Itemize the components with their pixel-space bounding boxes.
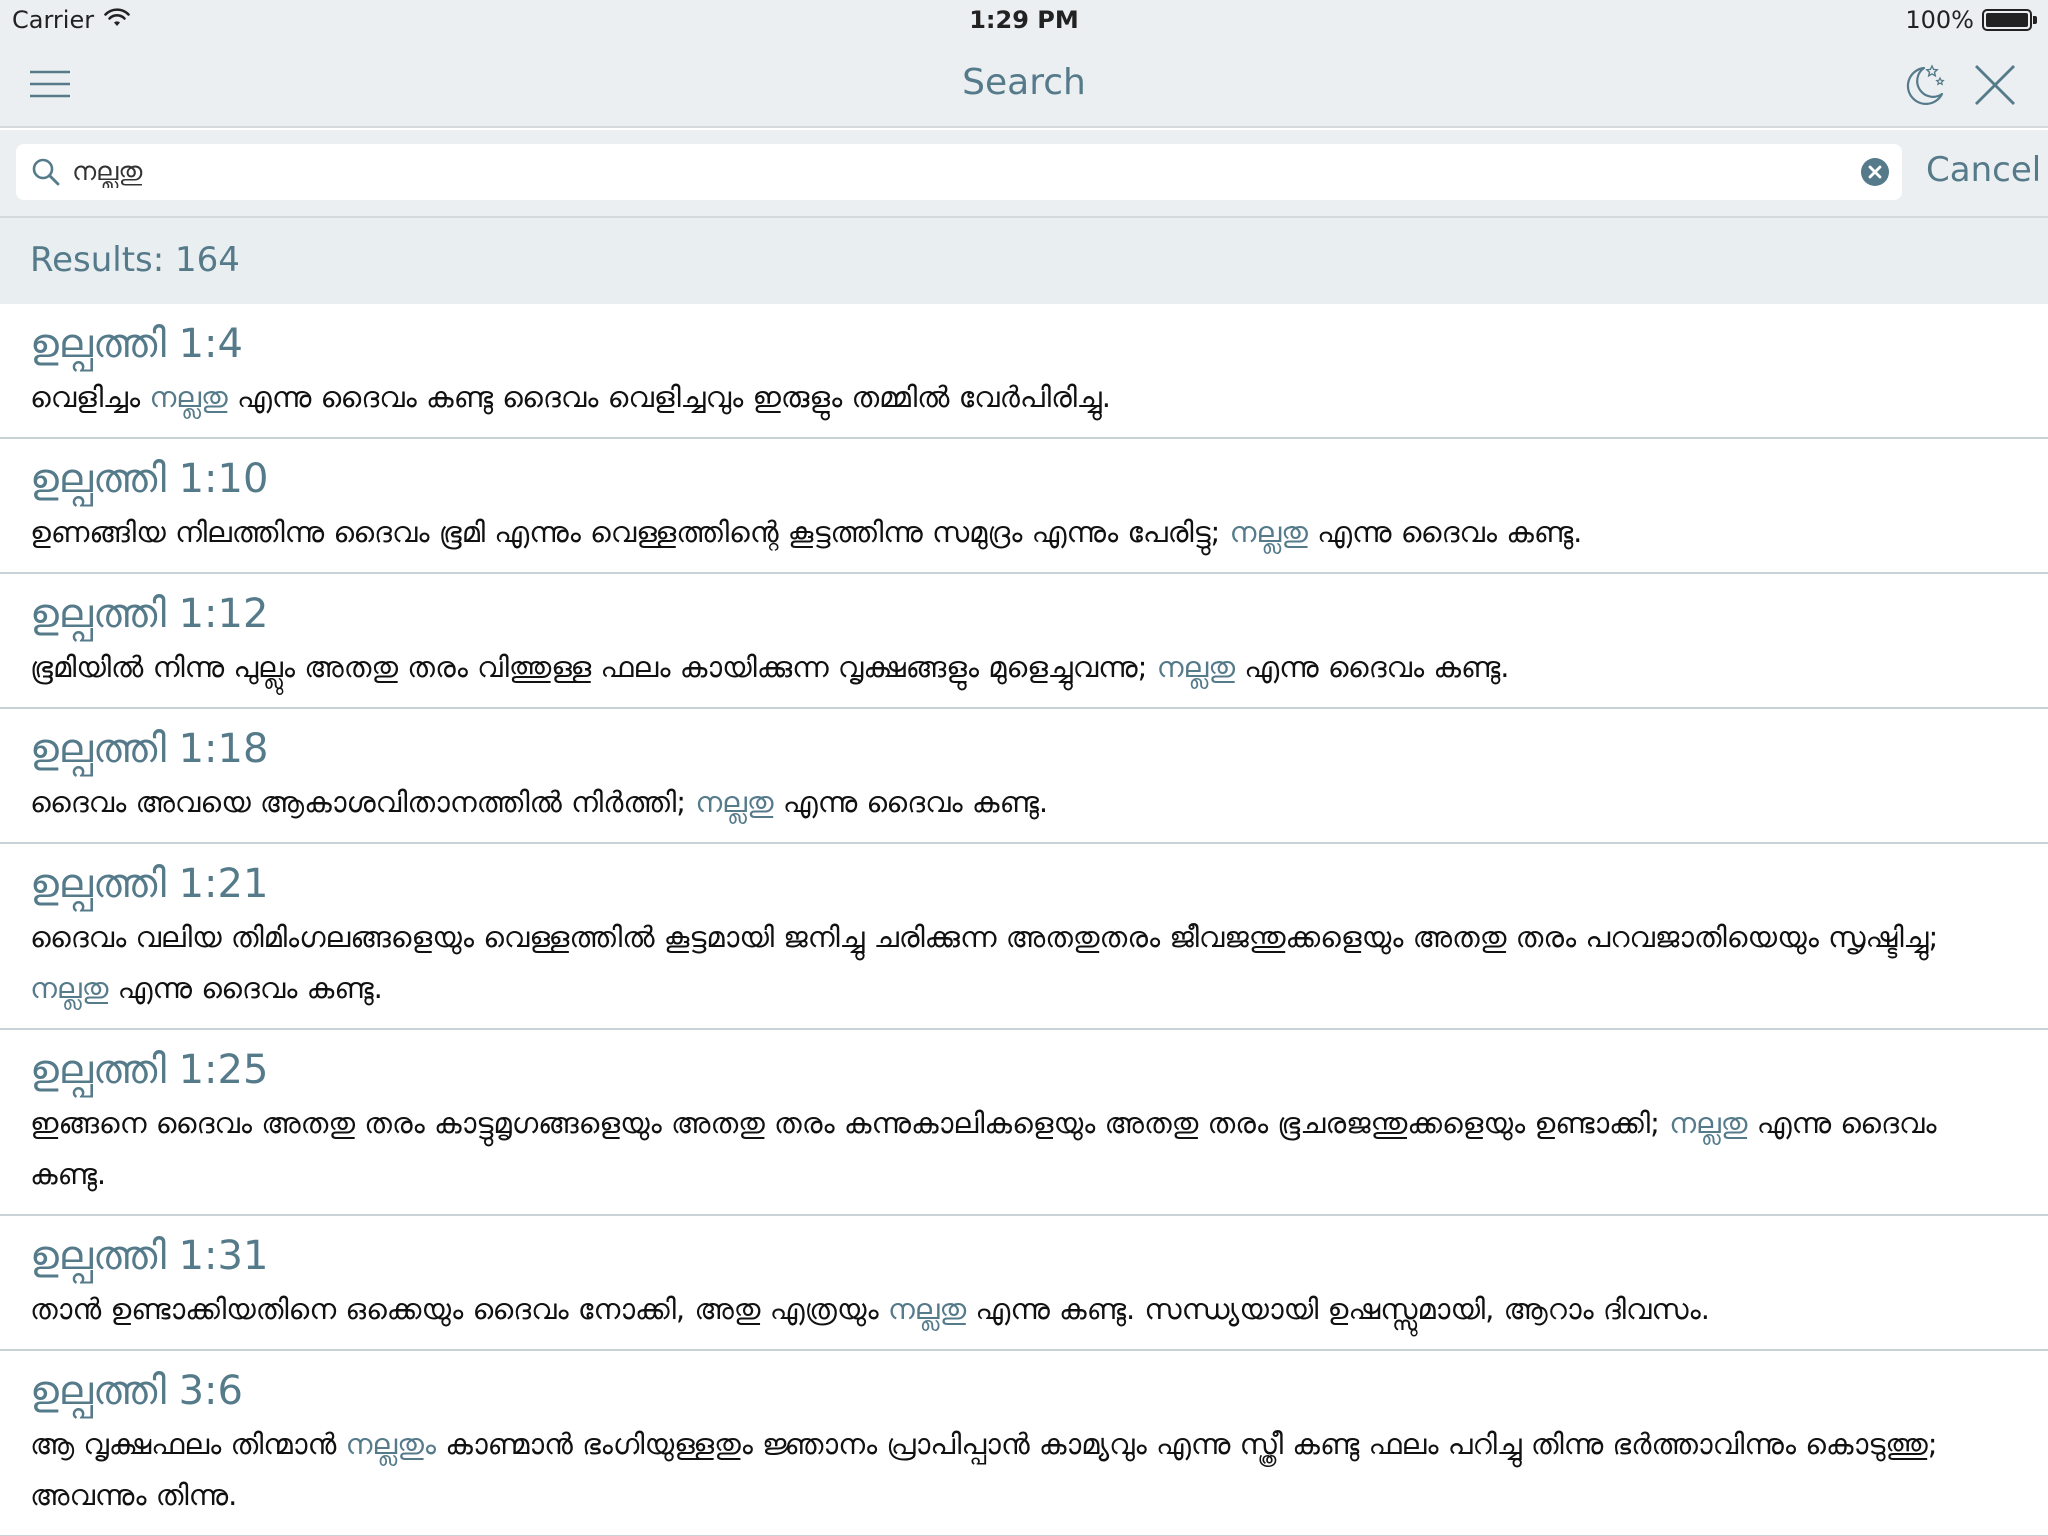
result-item[interactable]: ഉല്പത്തി 1:18 ദൈവം അവയെ ആകാശവിതാനത്തിൽ ന…	[0, 709, 2048, 844]
matched-term: നല്ലതു	[887, 1292, 967, 1326]
verse-text-before: ഉണങ്ങിയ നിലത്തിന്നു ദൈവം ഭൂമി എന്നും വെള…	[30, 515, 1230, 549]
status-time: 1:29 PM	[969, 6, 1079, 34]
search-field[interactable]	[16, 144, 1902, 200]
verse-reference: ഉല്പത്തി 1:31	[30, 1233, 269, 1279]
verse-reference: ഉല്പത്തി 1:4	[30, 321, 243, 367]
close-icon[interactable]	[1972, 62, 2018, 108]
result-item[interactable]: ഉല്പത്തി 1:31 താൻ ഉണ്ടാക്കിയതിനെ ഒക്കെയു…	[0, 1216, 2048, 1351]
status-left: Carrier	[12, 6, 130, 34]
verse-reference: ഉല്പത്തി 1:18	[30, 726, 269, 772]
result-item[interactable]: ഉല്പത്തി 1:12 ഭൂമിയിൽ നിന്നു പുല്ലും അതത…	[0, 574, 2048, 709]
status-bar: Carrier 1:29 PM 100%	[0, 0, 2048, 40]
verse-reference: ഉല്പത്തി 1:25	[30, 1047, 269, 1093]
verse-text-before: ഭൂമിയിൽ നിന്നു പുല്ലും അതതു തരം വിത്തുള്…	[30, 650, 1157, 684]
result-item[interactable]: ഉല്പത്തി 1:10 ഉണങ്ങിയ നിലത്തിന്നു ദൈവം ഭ…	[0, 439, 2048, 574]
matched-term: നല്ലതു	[1669, 1106, 1748, 1140]
verse-text-after: എന്നു ദൈവം കണ്ടു.	[1235, 650, 1510, 684]
page-title: Search	[962, 62, 1086, 103]
verse-text-before: ഇങ്ങനെ ദൈവം അതതു തരം കാട്ടുമൃഗങ്ങളെയും അ…	[30, 1106, 1670, 1140]
carrier-label: Carrier	[12, 6, 95, 34]
verse-reference: ഉല്പത്തി 3:6	[30, 1368, 243, 1414]
verse-text: ദൈവം വലിയ തിമിംഗലങ്ങളെയും വെള്ളത്തിൽ കൂട…	[30, 912, 2018, 1014]
results-list[interactable]: ഉല്പത്തി 1:4 വെളിച്ചം നല്ലതു എന്നു ദൈവം …	[0, 304, 2048, 1536]
verse-text: ഭൂമിയിൽ നിന്നു പുല്ലും അതതു തരം വിത്തുള്…	[30, 642, 2018, 693]
verse-text: താൻ ഉണ്ടാക്കിയതിനെ ഒക്കെയും ദൈവം നോക്കി,…	[30, 1284, 2018, 1335]
navigation-bar: Search	[0, 40, 2048, 128]
verse-text-before: ദൈവം അവയെ ആകാശവിതാനത്തിൽ നിർത്തി;	[30, 785, 696, 819]
verse-text: ഇങ്ങനെ ദൈവം അതതു തരം കാട്ടുമൃഗങ്ങളെയും അ…	[30, 1098, 2018, 1200]
matched-term: നല്ലതു	[149, 380, 228, 414]
battery-percent: 100%	[1905, 6, 1974, 34]
result-item[interactable]: ഉല്പത്തി 1:4 വെളിച്ചം നല്ലതു എന്നു ദൈവം …	[0, 304, 2048, 439]
result-item[interactable]: ഉല്പത്തി 3:6 ആ വൃക്ഷഫലം തിന്മാൻ നല്ലതും …	[0, 1351, 2048, 1536]
matched-term: നല്ലതു	[1156, 650, 1236, 684]
wifi-icon	[104, 6, 130, 34]
verse-text: ദൈവം അവയെ ആകാശവിതാനത്തിൽ നിർത്തി; നല്ലതു…	[30, 777, 2018, 828]
verse-text-before: താൻ ഉണ്ടാക്കിയതിനെ ഒക്കെയും ദൈവം നോക്കി,…	[30, 1292, 888, 1326]
verse-reference: ഉല്പത്തി 1:10	[30, 456, 269, 502]
verse-text: ആ വൃക്ഷഫലം തിന്മാൻ നല്ലതും കാണ്മാൻ ഭംഗിയ…	[30, 1419, 2018, 1521]
search-icon	[30, 156, 62, 188]
verse-text-after: എന്നു കണ്ടു. സന്ധ്യയായി ഉഷസ്സുമായി, ആറാം…	[966, 1292, 1710, 1326]
verse-text: ഉണങ്ങിയ നിലത്തിന്നു ദൈവം ഭൂമി എന്നും വെള…	[30, 507, 2018, 558]
moon-stars-icon[interactable]	[1898, 60, 1948, 110]
result-item[interactable]: ഉല്പത്തി 1:25 ഇങ്ങനെ ദൈവം അതതു തരം കാട്ട…	[0, 1030, 2048, 1216]
matched-term: നല്ലതു	[30, 971, 109, 1005]
verse-text-before: ദൈവം വലിയ തിമിംഗലങ്ങളെയും വെള്ളത്തിൽ കൂട…	[30, 920, 1939, 954]
verse-text: വെളിച്ചം നല്ലതു എന്നു ദൈവം കണ്ടു ദൈവം വെ…	[30, 372, 2018, 423]
clear-search-icon[interactable]	[1860, 157, 1890, 187]
verse-text-after: എന്നു ദൈവം കണ്ടു ദൈവം വെളിച്ചവും ഇരുളും …	[227, 380, 1111, 414]
search-input[interactable]	[72, 152, 1862, 192]
search-bar: Cancel	[0, 130, 2048, 218]
verse-text-before: വെളിച്ചം	[30, 380, 150, 414]
verse-text-before: ആ വൃക്ഷഫലം തിന്മാൻ	[30, 1427, 346, 1461]
battery-level	[1986, 13, 2028, 27]
verse-reference: ഉല്പത്തി 1:12	[30, 591, 269, 637]
results-count: Results: 164	[30, 240, 240, 280]
matched-term: നല്ലതു	[695, 785, 774, 819]
battery-icon	[1982, 9, 2037, 31]
verse-text-after: എന്നു ദൈവം കണ്ടു.	[1307, 515, 1583, 549]
status-right: 100%	[1905, 6, 2037, 34]
result-item[interactable]: ഉല്പത്തി 1:21 ദൈവം വലിയ തിമിംഗലങ്ങളെയും …	[0, 844, 2048, 1030]
matched-term: നല്ലതും	[345, 1427, 437, 1461]
results-header: Results: 164	[0, 218, 2048, 304]
verse-text-after: എന്നു ദൈവം കണ്ടു.	[108, 971, 383, 1005]
verse-text-after: എന്നു ദൈവം കണ്ടു.	[773, 785, 1049, 819]
cancel-button[interactable]: Cancel	[1926, 150, 2041, 190]
verse-reference: ഉല്പത്തി 1:21	[30, 861, 269, 907]
matched-term: നല്ലതു	[1229, 515, 1308, 549]
